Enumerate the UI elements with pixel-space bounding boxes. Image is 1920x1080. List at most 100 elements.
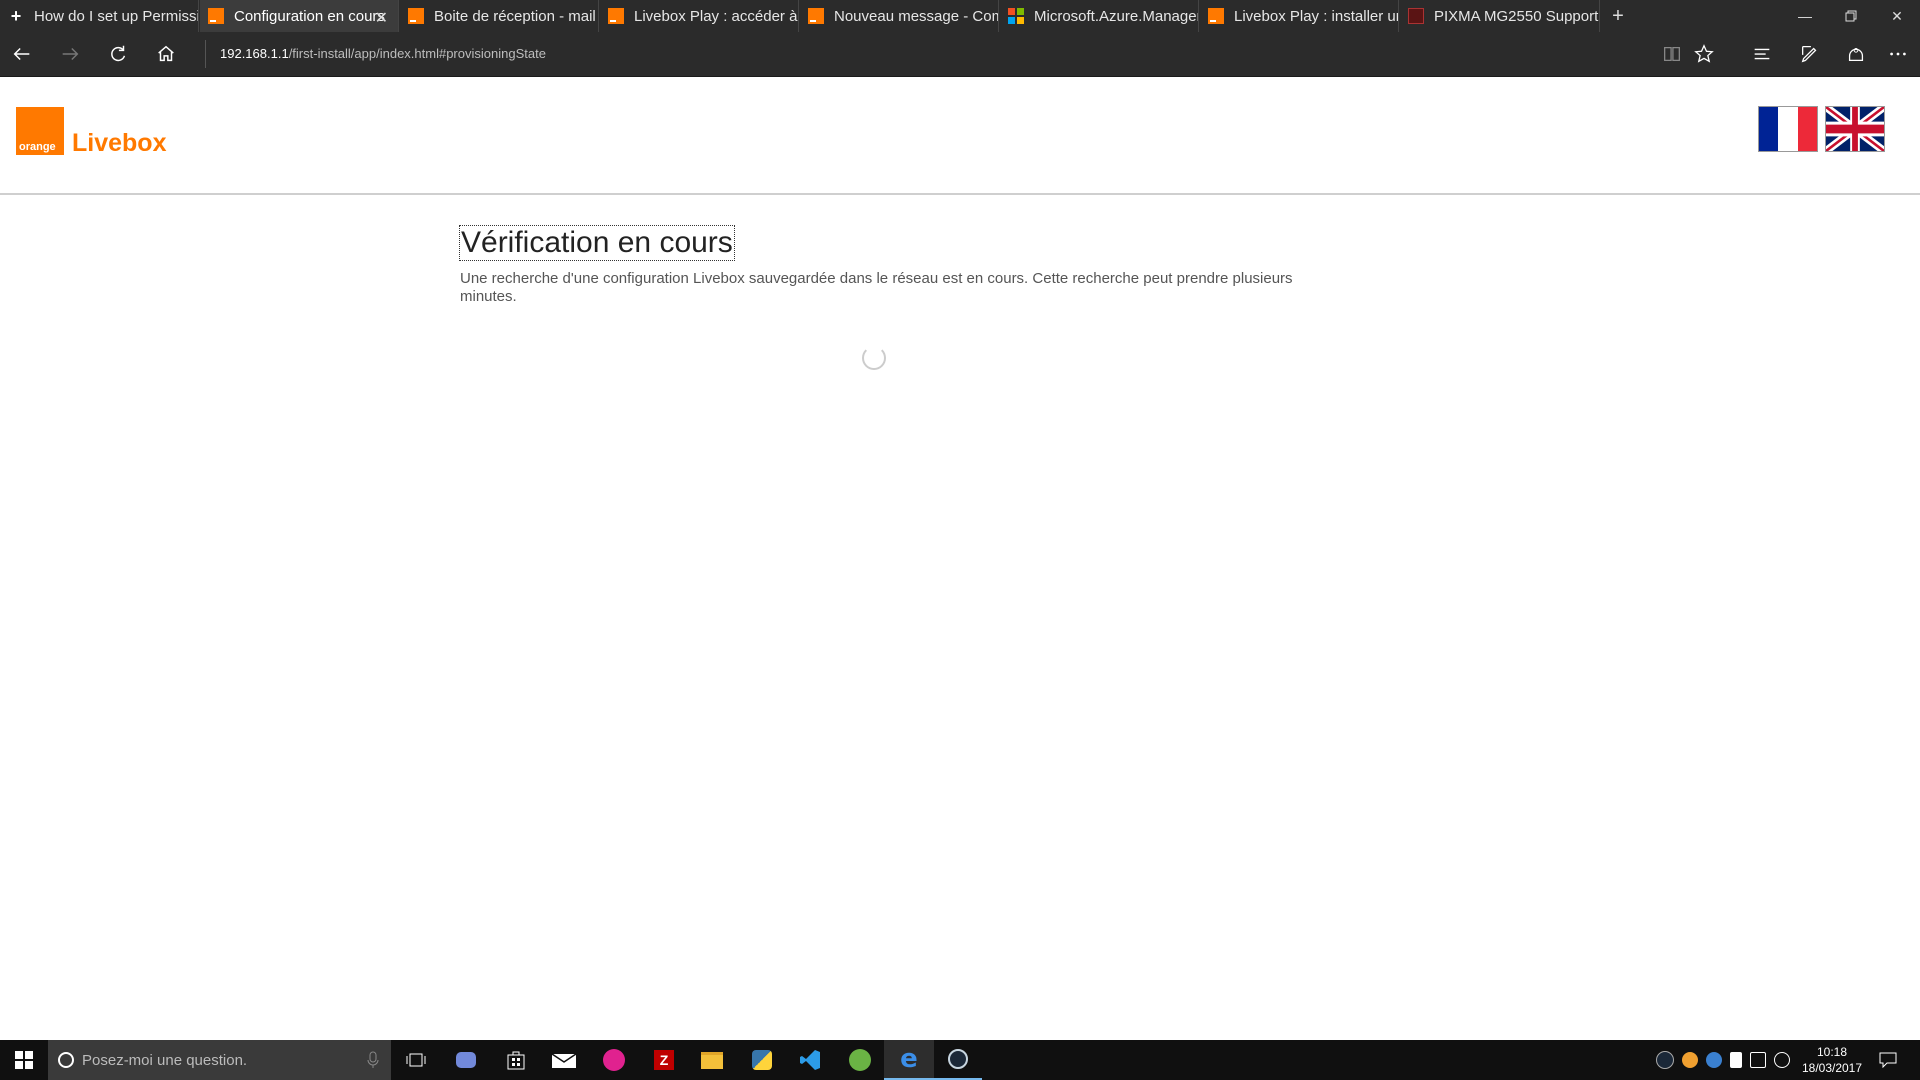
tab-strip: + How do I set up Permission: Configurat… [0,0,1920,32]
address-bar[interactable]: 192.168.1.1/first-install/app/index.html… [205,40,546,68]
tab-title: PIXMA MG2550 Support – D [1434,7,1599,25]
filezilla-icon: Z [654,1050,674,1070]
new-tab-button[interactable]: + [1604,0,1632,32]
taskbar: Posez-moi une question. Z e 10:18 18/03/… [0,1040,1920,1080]
task-view-icon [406,1053,426,1067]
steam-tray-icon[interactable] [1656,1051,1674,1069]
back-button[interactable] [6,40,38,68]
more-button[interactable] [1882,40,1914,68]
file-explorer-icon [701,1051,723,1069]
clock[interactable]: 10:18 18/03/2017 [1800,1044,1864,1076]
url-host: 192.168.1.1 [220,46,289,61]
edge-icon: e [900,1044,918,1074]
page-description: Une recherche d'une configuration Livebo… [460,270,1293,305]
refresh-icon [111,45,126,62]
tab-title: Nouveau message - Comm [834,7,998,25]
french-flag-button[interactable] [1759,107,1817,151]
notification-icon [1879,1052,1897,1068]
tab-title: Configuration en cours [234,7,385,25]
tab-6[interactable]: Livebox Play : installer une i [1200,0,1399,32]
android-studio-button[interactable] [836,1040,884,1080]
mail-button[interactable] [540,1040,588,1080]
tab-4[interactable]: Nouveau message - Comm [800,0,999,32]
microsoft-icon [1008,8,1024,24]
store-icon [507,1051,525,1070]
vscode-icon [800,1050,820,1070]
restore-icon [1845,10,1857,22]
brand-title: Livebox [72,129,167,157]
tab-title: Boite de réception - mail O [434,7,598,25]
restore-button[interactable] [1828,0,1874,32]
store-button[interactable] [492,1040,540,1080]
mail-icon [552,1053,576,1068]
tab-0[interactable]: + How do I set up Permission: [0,0,199,32]
uk-flag-button[interactable] [1824,103,1886,155]
tab-7[interactable]: PIXMA MG2550 Support – D [1400,0,1600,32]
cortana-search-box[interactable]: Posez-moi une question. [48,1040,391,1080]
edge-button[interactable]: e [884,1040,934,1080]
orange-logo[interactable]: orange [16,107,64,155]
tab-2[interactable]: Boite de réception - mail O [400,0,599,32]
system-tray [1652,1040,1794,1080]
canon-icon [1408,8,1424,24]
favorite-button[interactable] [1688,40,1720,68]
task-view-button[interactable] [392,1040,440,1080]
share-button[interactable] [1840,40,1872,68]
plus-icon: + [10,6,22,26]
microphone-icon[interactable] [367,1051,379,1069]
orange-icon [408,8,424,24]
app-tray-icon-2[interactable] [1706,1052,1722,1068]
arrow-right-icon [62,47,79,61]
url-path: /first-install/app/index.html#provisioni… [288,46,546,61]
orange-icon [808,8,824,24]
logo-text: orange [19,141,56,153]
arrow-left-icon [13,47,30,61]
share-icon [1848,48,1864,62]
tab-title: Livebox Play : installer une i [1234,7,1398,25]
book-icon [1664,46,1680,62]
orange-icon [608,8,624,24]
hub-icon [1754,48,1770,60]
close-window-button[interactable]: ✕ [1874,0,1920,32]
pen-icon [1801,46,1817,63]
tab-title: How do I set up Permission: [34,7,198,25]
defender-icon[interactable] [1730,1052,1742,1068]
reading-view-button[interactable] [1656,40,1688,68]
clock-time: 10:18 [1816,1045,1848,1059]
tab-5[interactable]: Microsoft.Azure.Manageme [1000,0,1199,32]
file-explorer-button[interactable] [688,1040,736,1080]
close-tab-icon[interactable]: ✕ [375,8,388,28]
action-center-button[interactable] [1868,1040,1908,1080]
start-button[interactable] [0,1040,48,1080]
hub-button[interactable] [1746,40,1778,68]
discord-button[interactable] [442,1040,490,1080]
star-icon [1694,44,1714,63]
more-icon [1890,52,1906,56]
vscode-button[interactable] [786,1040,834,1080]
cortana-icon [58,1052,74,1068]
page-title: Vérification en cours [459,225,735,261]
forward-button[interactable] [54,40,86,68]
clock-date: 18/03/2017 [1801,1061,1863,1075]
tab-1[interactable]: Configuration en cours ✕ [200,0,399,32]
tab-3[interactable]: Livebox Play : accéder à l'in [600,0,799,32]
python-button[interactable] [738,1040,786,1080]
home-icon [158,45,174,62]
tab-title: Microsoft.Azure.Manageme [1034,7,1198,25]
volume-icon[interactable] [1774,1052,1790,1068]
tab-title: Livebox Play : accéder à l'in [634,7,798,25]
refresh-button[interactable] [102,40,134,68]
filezilla-button[interactable]: Z [640,1040,688,1080]
app-icon [603,1049,625,1071]
minimize-button[interactable]: — [1782,0,1828,32]
app-button[interactable] [590,1040,638,1080]
home-button[interactable] [150,40,182,68]
orange-icon [208,8,224,24]
web-note-button[interactable] [1794,40,1826,68]
orange-icon [1208,8,1224,24]
steam-button[interactable] [934,1040,982,1080]
steam-icon [948,1049,968,1069]
uk-flag-icon [1824,103,1886,155]
app-tray-icon[interactable] [1682,1052,1698,1068]
network-icon[interactable] [1750,1052,1766,1068]
